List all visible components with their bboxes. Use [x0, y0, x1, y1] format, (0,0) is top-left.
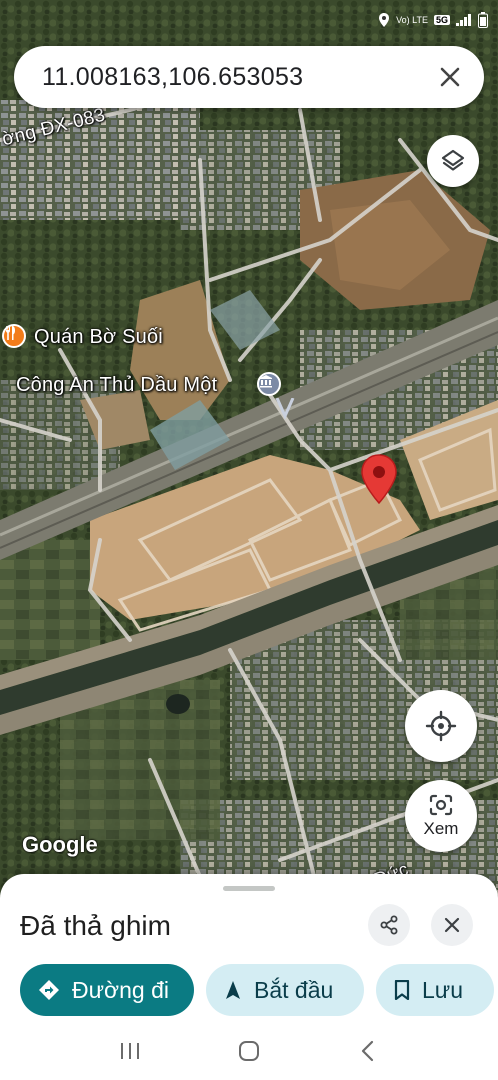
close-icon — [440, 67, 460, 87]
network-label: Vo) LTE — [396, 14, 428, 25]
close-sheet-button[interactable] — [431, 904, 473, 946]
recents-button[interactable] — [110, 1031, 150, 1071]
bookmark-icon — [394, 980, 410, 1000]
map-view[interactable]: ờng ĐX-083 Quán Bờ Suối Công An Thủ Dầu … — [0, 0, 498, 900]
search-bar[interactable]: 11.008163,106.653053 — [14, 46, 484, 108]
share-icon — [380, 915, 398, 935]
battery-icon — [478, 12, 488, 28]
search-query[interactable]: 11.008163,106.653053 — [42, 63, 430, 92]
satellite-imagery — [0, 0, 498, 900]
police-pointer-icon — [275, 398, 295, 420]
save-button[interactable]: Lưu — [376, 964, 494, 1016]
restaurant-poi-icon[interactable] — [2, 324, 26, 348]
lens-view-label: Xem — [423, 819, 459, 838]
directions-button[interactable]: Đường đi — [20, 964, 194, 1016]
back-button[interactable] — [348, 1031, 388, 1071]
police-poi-icon[interactable] — [257, 372, 281, 396]
home-button[interactable] — [229, 1031, 269, 1071]
signal-strength-icon — [456, 14, 471, 26]
back-icon — [362, 1040, 374, 1062]
directions-label: Đường đi — [72, 976, 169, 1003]
sheet-title: Đã thả ghim — [20, 910, 171, 941]
status-icons: Vo) LTE 5G — [378, 12, 488, 28]
status-bar: Vo) LTE 5G — [0, 0, 498, 40]
close-search-button[interactable] — [430, 57, 470, 97]
home-icon — [238, 1041, 259, 1061]
start-navigation-button[interactable]: Bắt đầu — [206, 964, 364, 1016]
navigation-arrow-icon — [224, 980, 242, 1000]
dropped-pin-icon[interactable] — [360, 454, 398, 504]
crosshair-icon — [425, 710, 457, 742]
close-icon — [444, 917, 460, 933]
layers-icon — [441, 149, 465, 171]
camera-lens-icon — [429, 794, 453, 816]
save-label: Lưu — [422, 976, 463, 1003]
signal-badge: 5G — [433, 15, 450, 25]
police-poi-label[interactable]: Công An Thủ Dầu Một — [16, 374, 217, 397]
restaurant-poi-label[interactable]: Quán Bờ Suối — [34, 326, 163, 349]
share-button[interactable] — [368, 904, 410, 946]
directions-icon — [38, 979, 60, 1001]
drag-handle[interactable] — [223, 886, 275, 891]
recents-icon — [120, 1043, 139, 1059]
layers-button[interactable] — [427, 135, 479, 187]
my-location-button[interactable] — [405, 690, 477, 762]
system-nav-bar — [0, 1022, 498, 1080]
action-row: Đường đi Bắt đầu Lưu — [20, 964, 494, 1016]
location-status-icon — [379, 13, 390, 27]
google-attribution: Google — [22, 832, 98, 857]
lens-view-button[interactable]: Xem — [405, 780, 477, 852]
start-label: Bắt đầu — [254, 976, 334, 1003]
